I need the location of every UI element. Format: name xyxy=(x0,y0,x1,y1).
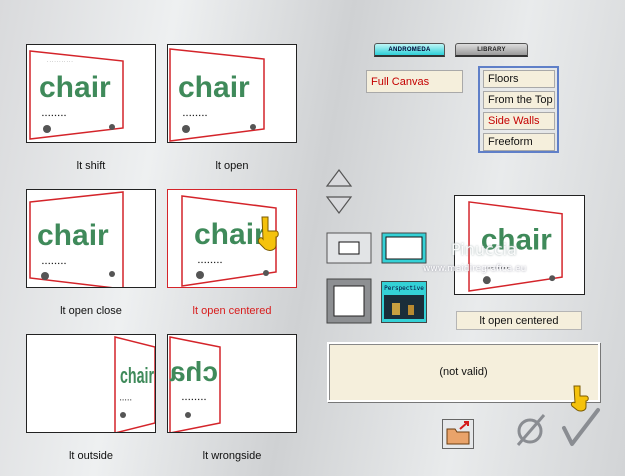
chair-word: chair xyxy=(178,71,250,104)
watermark-url: www.maidiregrafica.eu xyxy=(423,264,527,274)
canvas-mode-field[interactable]: Full Canvas xyxy=(366,70,463,93)
preset-thumb-2[interactable]: chair ▪ ▪ ▪ ▪ ▪ ▪ ▪ ▪ xyxy=(167,44,297,143)
svg-text:▪ ▪ ▪ ▪ ▪: ▪ ▪ ▪ ▪ ▪ xyxy=(120,397,132,402)
placement-from-top[interactable]: From the Top xyxy=(483,91,555,109)
cancel-icon[interactable] xyxy=(514,411,548,447)
folder-icon[interactable] xyxy=(442,419,474,449)
perspective-icon xyxy=(384,295,424,319)
chair-word: chair xyxy=(120,363,154,388)
chair-word: chair xyxy=(37,219,109,252)
placement-freeform[interactable]: Freeform xyxy=(483,133,555,151)
chair-word: chair xyxy=(168,356,218,387)
svg-text:· · · · · · · · · · ·: · · · · · · · · · · · xyxy=(47,59,73,64)
perspective-button-label: Perspective xyxy=(384,285,424,292)
arrow-up-icon[interactable] xyxy=(325,168,353,188)
preset-thumb-3[interactable]: chair ▪ ▪ ▪ ▪ ▪ ▪ ▪ ▪ xyxy=(26,189,156,288)
pointing-hand-icon xyxy=(570,385,589,412)
preset-thumb-5[interactable]: chair ▪ ▪ ▪ ▪ ▪ xyxy=(26,334,156,433)
preset-label-1: lt shift xyxy=(76,160,106,172)
tab-library[interactable]: LIBRARY xyxy=(455,43,528,57)
tab-andromeda[interactable]: ANDROMEDA xyxy=(374,43,445,57)
andromeda-perspective-dialog: chair · · · · · · · · · · · ▪ ▪ ▪ ▪ ▪ ▪ … xyxy=(0,0,625,476)
preset-label-2: lt open xyxy=(215,160,249,172)
arrow-down-icon[interactable] xyxy=(325,195,353,215)
watermark-name: Pinuccia xyxy=(451,240,517,259)
frame-icon[interactable] xyxy=(326,278,372,324)
preset-label-6: lt wrongside xyxy=(202,450,262,462)
svg-text:▪ ▪ ▪ ▪ ▪ ▪ ▪ ▪: ▪ ▪ ▪ ▪ ▪ ▪ ▪ ▪ xyxy=(42,113,66,119)
checkmark-icon[interactable] xyxy=(560,384,602,448)
svg-text:▪ ▪ ▪ ▪ ▪ ▪ ▪ ▪: ▪ ▪ ▪ ▪ ▪ ▪ ▪ ▪ xyxy=(198,260,222,266)
preset-thumb-1[interactable]: chair · · · · · · · · · · · ▪ ▪ ▪ ▪ ▪ ▪ … xyxy=(26,44,156,143)
pointing-hand-icon xyxy=(258,216,279,251)
preset-label-5: lt outside xyxy=(68,450,114,462)
preset-thumb-6[interactable]: chair ▪ ▪ ▪ ▪ ▪ ▪ ▪ ▪ xyxy=(167,334,297,433)
svg-text:▪ ▪ ▪ ▪ ▪ ▪ ▪ ▪: ▪ ▪ ▪ ▪ ▪ ▪ ▪ ▪ xyxy=(183,113,207,119)
preview-label: lt open centered xyxy=(456,311,582,330)
chair-word: chair xyxy=(39,71,111,104)
preset-label-3: lt open close xyxy=(60,305,122,317)
preset-label-4: lt open centered xyxy=(192,305,272,317)
placement-side-walls[interactable]: Side Walls xyxy=(483,112,555,130)
svg-text:▪ ▪ ▪ ▪ ▪ ▪ ▪ ▪: ▪ ▪ ▪ ▪ ▪ ▪ ▪ ▪ xyxy=(182,397,206,403)
rectangle-icon[interactable] xyxy=(326,232,372,264)
placement-floors[interactable]: Floors xyxy=(483,70,555,88)
perspective-button[interactable]: Perspective xyxy=(381,281,427,323)
wide-rectangle-icon[interactable] xyxy=(381,232,427,264)
svg-text:▪ ▪ ▪ ▪ ▪ ▪ ▪ ▪: ▪ ▪ ▪ ▪ ▪ ▪ ▪ ▪ xyxy=(42,261,66,267)
